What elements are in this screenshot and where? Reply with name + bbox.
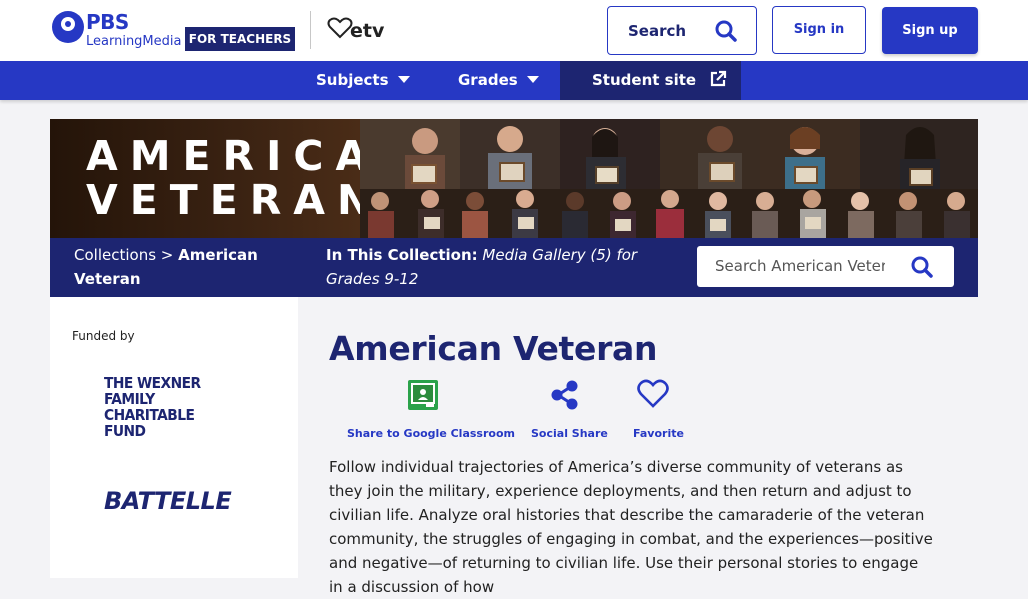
share-icon: [551, 380, 578, 410]
main-nav: Subjects Grades Student site: [0, 61, 1028, 100]
page-title: American Veteran: [329, 329, 658, 368]
for-teachers-badge: FOR TEACHERS: [185, 27, 295, 51]
nav-student-site-label: Student site: [592, 71, 697, 89]
funded-by-label: Funded by: [72, 329, 135, 343]
search-button[interactable]: Search: [607, 6, 757, 55]
share-google-classroom-label: Share to Google Classroom: [347, 427, 515, 440]
breadcrumb-collections-link[interactable]: Collections: [74, 246, 156, 264]
collection-bar: Collections > American Veteran In This C…: [50, 238, 978, 297]
search-button-label: Search: [628, 22, 687, 40]
sign-up-button[interactable]: Sign up: [882, 7, 978, 54]
funders-sidebar: Funded by THE WEXNER FAMILY CHARITABLE F…: [50, 297, 298, 578]
etv-logo[interactable]: etv: [350, 20, 384, 42]
breadcrumb-separator: >: [160, 246, 174, 264]
in-collection-label: In This Collection:: [326, 246, 478, 264]
collection-main: American Veteran Share to Google Classro…: [298, 297, 962, 596]
banner-title-area: AMERICAN VETERAN: [50, 119, 414, 238]
battelle-logo[interactable]: BATTELLE: [104, 487, 232, 515]
wexner-fund-logo[interactable]: THE WEXNER FAMILY CHARITABLE FUND: [104, 375, 233, 439]
top-header: PBS LearningMedia FOR TEACHERS etv Searc…: [0, 0, 1028, 61]
pbs-logo-icon: [52, 11, 84, 43]
learningmedia-logo-text: LearningMedia: [86, 34, 182, 49]
nav-grades-label: Grades: [458, 71, 518, 89]
header-divider: [310, 11, 311, 49]
collection-banner: AMERICAN VETERAN: [50, 119, 978, 238]
pbs-logo-text: PBS: [86, 10, 129, 34]
social-share-label: Social Share: [531, 427, 608, 440]
favorite-label: Favorite: [633, 427, 684, 440]
collection-search-input[interactable]: [715, 256, 885, 276]
sign-in-button[interactable]: Sign in: [772, 6, 866, 54]
heart-icon: [637, 379, 669, 408]
search-icon[interactable]: [911, 256, 933, 278]
collection-description: Follow individual trajectories of Americ…: [329, 458, 933, 596]
external-link-icon: [711, 70, 727, 86]
in-collection-summary: In This Collection: Media Gallery (5) fo…: [326, 243, 676, 291]
google-classroom-icon: [408, 380, 438, 410]
veteran-portraits-image: [360, 119, 978, 238]
chevron-down-icon: [526, 76, 539, 83]
search-icon: [715, 20, 737, 42]
nav-subjects-label: Subjects: [316, 71, 389, 89]
nav-grades[interactable]: Grades: [458, 61, 539, 100]
nav-subjects[interactable]: Subjects: [316, 61, 410, 100]
chevron-down-icon: [397, 76, 410, 83]
breadcrumb: Collections > American Veteran: [74, 243, 274, 291]
nav-student-site[interactable]: Student site: [560, 61, 741, 100]
collection-search: [697, 246, 954, 287]
